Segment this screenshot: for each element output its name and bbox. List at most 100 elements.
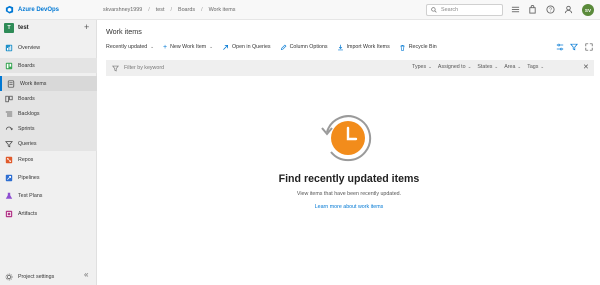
keyword-filter-input[interactable]: Filter by keyword	[124, 65, 164, 71]
open-in-queries-button[interactable]: Open in Queries	[222, 44, 271, 51]
sidebar-item-label: Repos	[18, 156, 34, 163]
sidebar-item-label: Pipelines	[18, 174, 40, 181]
test-plans-icon	[5, 192, 13, 199]
board-icon	[5, 95, 13, 102]
filter-tags[interactable]: Tags ⌄	[527, 64, 544, 70]
sidebar-item-label: Boards	[18, 62, 35, 69]
filter-options: Types ⌄ Assigned to ⌄ States ⌄ Area ⌄ Tags ⌄	[412, 64, 544, 70]
brand[interactable]: Azure DevOps	[0, 0, 97, 20]
queries-icon	[5, 140, 13, 147]
repos-icon	[5, 156, 13, 163]
sidebar-item-repos[interactable]: Repos	[0, 152, 97, 167]
chevron-down-icon: ⌄	[209, 44, 213, 49]
breadcrumb-separator: /	[201, 6, 203, 13]
open-icon	[223, 44, 228, 50]
boards-icon	[5, 62, 13, 69]
sidebar-item-boards-sub[interactable]: Boards	[0, 91, 97, 106]
filter-icon[interactable]	[570, 43, 578, 51]
breadcrumb: skvarshney1999 / test / Boards / Work it…	[97, 7, 235, 13]
sidebar-item-label: Work items	[20, 80, 47, 87]
chevron-down-icon: ⌄	[540, 64, 545, 69]
sidebar-item-label: Queries	[18, 140, 37, 147]
avatar[interactable]: SV	[582, 4, 594, 16]
svg-text:?: ?	[549, 7, 552, 13]
work-items-icon	[7, 79, 15, 88]
sidebar-item-pipelines[interactable]: Pipelines	[0, 170, 97, 185]
filter-types-label: Types	[412, 64, 427, 70]
close-icon[interactable]: ✕	[583, 63, 589, 71]
breadcrumb-boards[interactable]: Boards	[178, 7, 195, 13]
recycle-bin-button[interactable]: Recycle Bin	[399, 44, 437, 51]
new-work-item-label: New Work Item	[170, 44, 207, 50]
new-work-item-button[interactable]: + New Work Item ⌄	[163, 44, 213, 51]
column-options-button[interactable]: Column Options	[280, 44, 328, 51]
breadcrumb-separator: /	[148, 6, 150, 13]
view-options-icon[interactable]	[556, 43, 564, 51]
project-settings-label: Project settings	[18, 273, 55, 280]
sidebar: T test + Overview Boards Work items Boar…	[0, 20, 97, 285]
add-icon[interactable]: +	[84, 22, 89, 32]
top-header: Azure DevOps skvarshney1999 / test / Boa…	[0, 0, 600, 20]
recent-clock-icon	[321, 115, 372, 162]
column-options-label: Column Options	[289, 44, 328, 50]
sidebar-item-sprints[interactable]: Sprints	[0, 121, 97, 136]
filter-assigned-to[interactable]: Assigned to ⌄	[438, 64, 471, 70]
sidebar-item-work-items[interactable]: Work items	[0, 76, 97, 91]
empty-state-subtitle: View items that have been recently updat…	[296, 191, 402, 197]
sidebar-item-label: Sprints	[18, 125, 35, 132]
brand-name: Azure DevOps	[18, 6, 60, 13]
list-icon[interactable]	[511, 5, 520, 14]
import-icon	[337, 44, 343, 50]
sidebar-item-backlogs[interactable]: Backlogs	[0, 106, 97, 121]
collapse-sidebar-icon[interactable]: «	[84, 270, 88, 279]
azure-devops-logo-icon	[5, 5, 14, 14]
sidebar-item-overview[interactable]: Overview	[0, 40, 97, 55]
filter-icon	[112, 65, 119, 71]
recycle-bin-label: Recycle Bin	[408, 44, 437, 50]
learn-more-link[interactable]: Learn more about work items	[98, 204, 600, 210]
project-name: test	[18, 25, 29, 31]
filter-area[interactable]: Area ⌄	[504, 64, 521, 70]
overview-icon	[5, 44, 13, 51]
fullscreen-icon[interactable]	[585, 43, 593, 51]
project-badge: T	[4, 23, 14, 33]
chevron-down-icon: ⌄	[150, 44, 155, 49]
breadcrumb-separator: /	[170, 6, 172, 13]
chevron-down-icon: ⌄	[494, 64, 499, 69]
breadcrumb-org[interactable]: skvarshney1999	[103, 7, 142, 13]
trash-icon	[400, 44, 405, 51]
filter-area-label: Area	[504, 64, 516, 70]
sidebar-item-label: Overview	[18, 44, 41, 51]
breadcrumb-project[interactable]: test	[156, 7, 165, 13]
marketplace-icon[interactable]	[528, 5, 537, 14]
view-dropdown[interactable]: Recently updated ⌄	[106, 44, 154, 50]
backlogs-icon	[5, 111, 13, 116]
import-work-items-button[interactable]: Import Work Items	[337, 44, 390, 51]
filter-types[interactable]: Types ⌄	[412, 64, 432, 70]
chevron-down-icon: ⌄	[467, 64, 472, 69]
breadcrumb-work-items[interactable]: Work items	[209, 7, 236, 13]
filter-assigned-to-label: Assigned to	[437, 64, 466, 70]
sidebar-item-label: Backlogs	[18, 110, 40, 117]
project-settings[interactable]: Project settings	[0, 268, 97, 285]
page-title: Work items	[106, 27, 142, 36]
sidebar-item-boards[interactable]: Boards	[0, 58, 97, 73]
sidebar-item-label: Test Plans	[18, 192, 43, 199]
help-icon[interactable]: ?	[546, 5, 555, 14]
sidebar-item-queries[interactable]: Queries	[0, 136, 97, 151]
empty-state-title: Find recently updated items	[278, 173, 420, 185]
import-work-items-label: Import Work Items	[346, 44, 390, 50]
view-dropdown-label: Recently updated	[106, 44, 148, 50]
main-content: Work items Recently updated ⌄ + New Work…	[98, 20, 600, 285]
filter-states[interactable]: States ⌄	[477, 64, 498, 70]
sprints-icon	[5, 126, 13, 130]
project-header[interactable]: T test	[0, 20, 96, 36]
toolbar: Recently updated ⌄ + New Work Item ⌄ Ope…	[98, 40, 600, 54]
user-settings-icon[interactable]	[564, 5, 573, 14]
search-box[interactable]: Search	[426, 4, 503, 16]
filter-bar: Filter by keyword Types ⌄ Assigned to ⌄ St…	[106, 60, 594, 76]
sidebar-item-label: Boards	[18, 95, 35, 102]
sidebar-item-test-plans[interactable]: Test Plans	[0, 188, 97, 203]
sidebar-item-artifacts[interactable]: Artifacts	[0, 206, 97, 221]
plus-icon: +	[163, 43, 168, 51]
